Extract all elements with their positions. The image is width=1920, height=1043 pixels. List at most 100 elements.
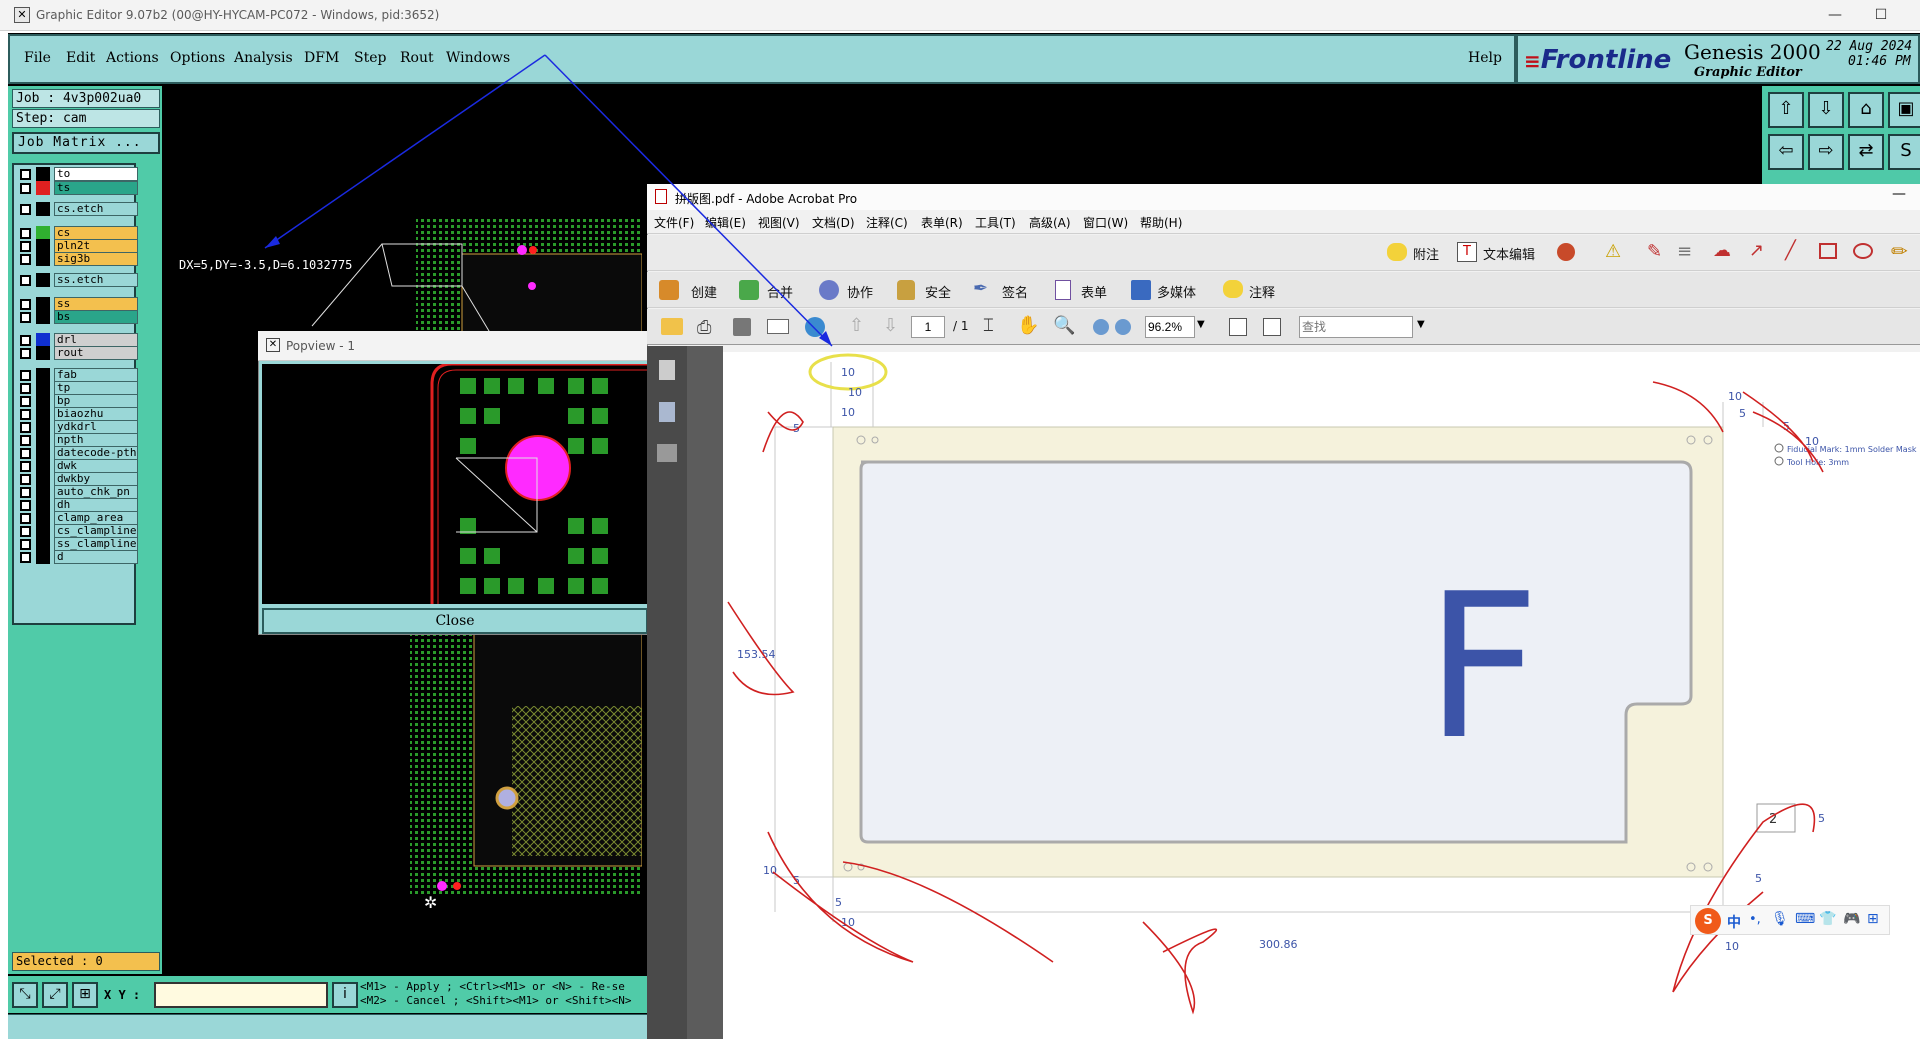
layer-color-swatch[interactable] (36, 273, 50, 287)
layer-color-swatch[interactable] (36, 511, 50, 525)
layer-name[interactable]: bs (54, 310, 138, 324)
sign-button[interactable]: 签名 (1002, 282, 1028, 301)
move-left-icon[interactable]: ⇦ (1768, 134, 1804, 170)
layer-name[interactable]: cs.etch (54, 202, 138, 216)
layer-checkbox[interactable] (20, 335, 31, 346)
comment-button[interactable]: 注释 (1249, 282, 1275, 301)
ac-menu-help[interactable]: 帮助(H) (1140, 214, 1182, 231)
sogou-logo-icon[interactable]: S (1695, 908, 1721, 934)
zoom-in-icon[interactable] (1115, 319, 1131, 335)
layer-name[interactable]: npth (54, 433, 138, 447)
home-icon[interactable]: ⌂ (1848, 92, 1884, 128)
s-curve-icon[interactable]: S (1888, 134, 1920, 170)
layer-name[interactable]: dwk (54, 459, 138, 473)
layer-color-swatch[interactable] (36, 202, 50, 216)
layer-checkbox[interactable] (20, 299, 31, 310)
zoom-tool-icon[interactable]: 🔍 (1053, 315, 1075, 336)
layer-color-swatch[interactable] (36, 433, 50, 447)
ac-menu-document[interactable]: 文档(D) (812, 214, 855, 231)
layer-row-ss-etch[interactable]: ss.etch (18, 273, 138, 288)
layer-checkbox[interactable] (20, 409, 31, 420)
layer-row-sig3b[interactable]: sig3b (18, 252, 138, 267)
forms-icon[interactable] (1055, 280, 1071, 300)
layer-row-to[interactable]: to (18, 167, 138, 182)
lock-icon[interactable] (897, 280, 915, 300)
menu-dfm[interactable]: DFM (304, 50, 339, 66)
layer-checkbox[interactable] (20, 183, 31, 194)
layer-checkbox[interactable] (20, 348, 31, 359)
fit-width-icon[interactable] (1263, 318, 1281, 336)
move-right-icon[interactable]: ⇨ (1808, 134, 1844, 170)
layer-checkbox[interactable] (20, 254, 31, 265)
fit-page-icon[interactable] (1229, 318, 1247, 336)
combine-icon[interactable] (739, 280, 759, 300)
info-icon[interactable]: ⅰ (332, 982, 358, 1008)
menu-rout[interactable]: Rout (400, 50, 434, 66)
layer-color-swatch[interactable] (36, 252, 50, 266)
layer-color-swatch[interactable] (36, 368, 50, 382)
hand-tool-icon[interactable]: ✋ (1017, 315, 1039, 336)
ac-menu-advanced[interactable]: 高级(A) (1029, 214, 1071, 231)
layer-checkbox[interactable] (20, 500, 31, 511)
next-page-icon[interactable]: ⇩ (883, 315, 898, 336)
layer-color-swatch[interactable] (36, 394, 50, 408)
email-icon[interactable] (767, 319, 789, 334)
combine-button[interactable]: 合并 (767, 282, 793, 301)
layer-name[interactable]: dh (54, 498, 138, 512)
layer-name[interactable]: clamp_area (54, 511, 138, 525)
stamp-icon[interactable] (1557, 243, 1575, 261)
layer-name[interactable]: cs_clampline (54, 524, 138, 538)
cloud-icon[interactable]: ☁ (1713, 240, 1731, 261)
layer-color-swatch[interactable] (36, 420, 50, 434)
acrobat-minimize-button[interactable]: — (1892, 186, 1906, 202)
layer-checkbox[interactable] (20, 275, 31, 286)
signatures-icon[interactable] (657, 444, 677, 462)
menu-edit[interactable]: Edit (66, 50, 95, 66)
layer-color-swatch[interactable] (36, 446, 50, 460)
xy-input[interactable] (154, 982, 328, 1008)
zoom-out-icon[interactable] (1093, 319, 1109, 335)
ac-menu-edit[interactable]: 编辑(E) (705, 214, 746, 231)
layer-checkbox[interactable] (20, 552, 31, 563)
menu-windows[interactable]: Windows (446, 50, 510, 66)
layer-checkbox[interactable] (20, 422, 31, 433)
comment-icon[interactable] (1223, 280, 1243, 298)
textbox-icon[interactable]: ≡ (1677, 241, 1692, 262)
layer-name[interactable]: ss_clampline (54, 537, 138, 551)
minimize-button[interactable]: — (1812, 0, 1858, 31)
rectangle-icon[interactable] (1819, 243, 1837, 259)
ime-keyboard-icon[interactable]: ⌨ (1795, 911, 1815, 927)
ime-lang-toggle[interactable]: 中 (1727, 912, 1741, 932)
menu-help[interactable]: Help (1468, 50, 1502, 66)
menu-actions[interactable]: Actions (106, 50, 159, 66)
open-icon[interactable] (661, 318, 683, 335)
collaborate-button[interactable]: 协作 (847, 282, 873, 301)
layer-color-swatch[interactable] (36, 485, 50, 499)
layer-checkbox[interactable] (20, 204, 31, 215)
layer-row-rout[interactable]: rout (18, 346, 138, 361)
layer-row-ts[interactable]: ts (18, 181, 138, 196)
layer-name[interactable]: fab (54, 368, 138, 382)
layer-checkbox[interactable] (20, 241, 31, 252)
ac-menu-window[interactable]: 窗口(W) (1083, 214, 1128, 231)
layer-name[interactable]: dwkby (54, 472, 138, 486)
note-button[interactable]: 附注 (1413, 244, 1439, 263)
create-icon[interactable] (659, 280, 679, 300)
layer-name[interactable]: tp (54, 381, 138, 395)
bookmarks-icon[interactable] (659, 402, 675, 422)
menu-analysis[interactable]: Analysis (234, 50, 293, 66)
layer-color-swatch[interactable] (36, 333, 50, 347)
layer-checkbox[interactable] (20, 487, 31, 498)
note-icon[interactable] (1387, 243, 1407, 261)
ime-skin-icon[interactable]: 👕 (1819, 911, 1836, 927)
menu-step[interactable]: Step (354, 50, 386, 66)
layer-name[interactable]: datecode-pth (54, 446, 138, 460)
layer-color-swatch[interactable] (36, 472, 50, 486)
search-dropdown-icon[interactable]: ▼ (1417, 319, 1425, 330)
layer-color-swatch[interactable] (36, 524, 50, 538)
layer-name[interactable]: drl (54, 333, 138, 347)
layer-name[interactable]: ss.etch (54, 273, 138, 287)
layer-name[interactable]: pln2t (54, 239, 138, 253)
layer-color-swatch[interactable] (36, 459, 50, 473)
ime-grid-icon[interactable]: ⊞ (1867, 911, 1879, 927)
